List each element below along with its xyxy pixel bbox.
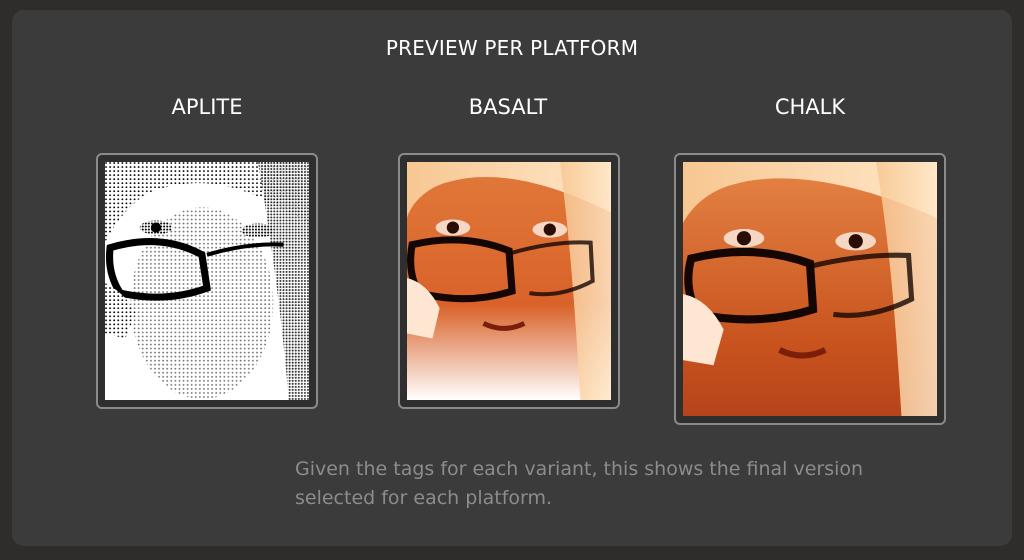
platform-label-chalk: CHALK bbox=[774, 95, 846, 119]
preview-image-aplite bbox=[96, 153, 318, 409]
page-title: PREVIEW PER PLATFORM bbox=[385, 36, 639, 60]
caption-line-1: Given the tags for each variant, this sh… bbox=[295, 458, 864, 480]
preview-image-basalt bbox=[398, 153, 620, 409]
platform-label-aplite: APLITE bbox=[171, 95, 243, 119]
portrait-aplite bbox=[105, 162, 309, 400]
portrait-chalk bbox=[683, 162, 937, 416]
portrait-basalt bbox=[407, 162, 611, 400]
caption-line-2: selected for each platform. bbox=[295, 487, 553, 509]
preview-image-chalk bbox=[674, 153, 946, 425]
platform-label-basalt: BASALT bbox=[468, 95, 548, 119]
caption-text: Given the tags for each variant, this sh… bbox=[295, 455, 935, 513]
